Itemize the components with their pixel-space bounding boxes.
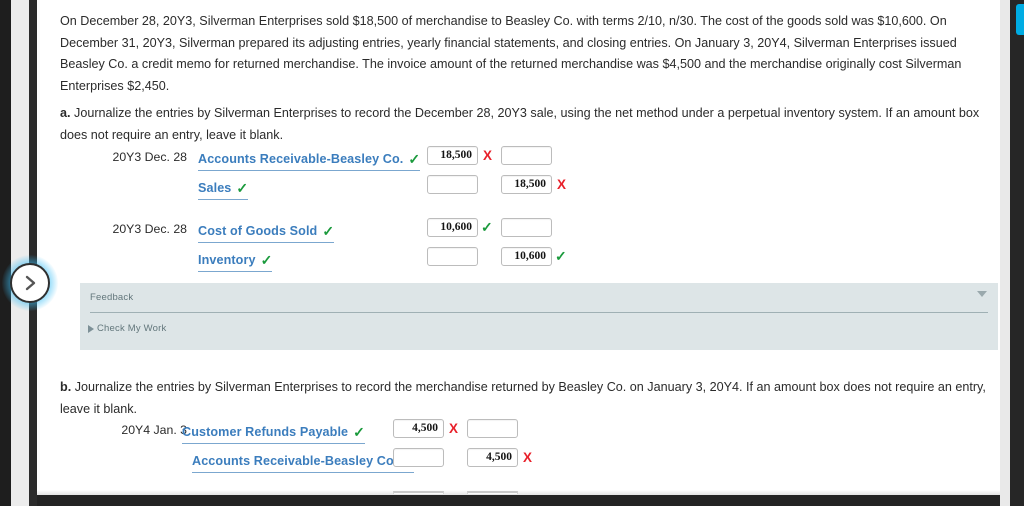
account-name-link[interactable]: Sales bbox=[198, 181, 231, 195]
account-field[interactable]: Inventory ✓ bbox=[198, 249, 273, 272]
debit-correct-icon: ✓ bbox=[481, 219, 493, 235]
journal-row: Inventory ✓ 10,600 ✓ bbox=[37, 247, 1000, 276]
account-field[interactable]: Accounts Receivable-Beasley Co. ✓ bbox=[198, 148, 421, 171]
account-name-link[interactable]: Cost of Goods Sold bbox=[198, 224, 317, 238]
problem-statement: On December 28, 20Y3, Silverman Enterpri… bbox=[60, 14, 962, 93]
chevron-down-icon[interactable] bbox=[977, 291, 987, 297]
window-left-gutter bbox=[11, 0, 29, 506]
credit-amount-input[interactable] bbox=[501, 146, 552, 165]
credit-amount-input[interactable]: 4,500 bbox=[467, 448, 518, 467]
entry-date: 20Y4 Jan. 3 bbox=[121, 423, 187, 437]
credit-amount-input[interactable] bbox=[467, 491, 518, 494]
question-b-text: Journalize the entries by Silverman Ente… bbox=[60, 380, 986, 416]
account-correct-icon: ✓ bbox=[236, 180, 249, 196]
credit-amount-input[interactable]: 10,600 bbox=[501, 247, 552, 266]
journal-row: Sales ✓ 18,500 X bbox=[37, 175, 1000, 204]
assignment-content: On December 28, 20Y3, Silverman Enterpri… bbox=[37, 0, 1000, 494]
window-left-divider bbox=[29, 0, 37, 506]
question-a-label: a. bbox=[60, 106, 71, 120]
entry-date: 20Y3 Dec. 28 bbox=[112, 222, 187, 236]
question-a: a. Journalize the entries by Silverman E… bbox=[60, 103, 1000, 146]
credit-amount-input[interactable] bbox=[501, 218, 552, 237]
debit-amount-input[interactable] bbox=[427, 247, 478, 266]
feedback-divider bbox=[90, 312, 988, 313]
account-name-link[interactable]: Inventory bbox=[198, 253, 256, 267]
credit-incorrect-icon: X bbox=[523, 450, 533, 465]
account-field[interactable]: Customer Refunds Payable ✓ bbox=[182, 421, 365, 444]
debit-incorrect-icon: X bbox=[449, 421, 459, 436]
chevron-right-icon bbox=[25, 275, 36, 291]
triangle-right-icon bbox=[88, 324, 94, 333]
debit-incorrect-icon: X bbox=[483, 148, 493, 163]
account-field[interactable]: Sales ✓ bbox=[198, 177, 249, 200]
journal-row: 20Y3 Dec. 28 Cost of Goods Sold ✓ 10,600… bbox=[37, 218, 1000, 247]
blue-tab-handle[interactable] bbox=[1016, 4, 1024, 35]
account-name-link[interactable]: Customer Refunds Payable bbox=[182, 425, 348, 439]
journal-row: 20Y3 Dec. 28 Accounts Receivable-Beasley… bbox=[37, 146, 1000, 175]
journal-entry-table-a1: 20Y3 Dec. 28 Accounts Receivable-Beasley… bbox=[37, 146, 1000, 204]
feedback-panel: Feedback Check My Work bbox=[80, 283, 998, 350]
credit-correct-icon: ✓ bbox=[555, 248, 567, 264]
credit-amount-input[interactable]: 18,500 bbox=[501, 175, 552, 194]
debit-amount-input[interactable] bbox=[427, 175, 478, 194]
credit-amount-input[interactable] bbox=[467, 419, 518, 438]
debit-amount-input[interactable] bbox=[393, 491, 444, 494]
debit-amount-input[interactable]: 4,500 bbox=[393, 419, 444, 438]
entry-date: 20Y3 Dec. 28 bbox=[112, 150, 187, 164]
account-correct-icon: ✓ bbox=[408, 151, 421, 167]
account-name-link[interactable]: Accounts Receivable-Beasley Co. bbox=[198, 152, 403, 166]
next-panel-button[interactable] bbox=[10, 263, 50, 303]
account-field[interactable]: Cost of Goods Sold ✓ bbox=[198, 220, 335, 243]
account-correct-icon: ✓ bbox=[322, 223, 335, 239]
account-correct-icon: ✓ bbox=[260, 252, 273, 268]
journal-entry-table-b1: 20Y4 Jan. 3 Customer Refunds Payable ✓ 4… bbox=[37, 419, 1000, 477]
account-correct-icon: ✓ bbox=[353, 424, 365, 440]
account-field[interactable]: Accounts Receivable-Beasley Co. ✓ bbox=[192, 450, 415, 473]
check-my-work-label: Check My Work bbox=[97, 323, 167, 334]
question-a-text: Journalize the entries by Silverman Ente… bbox=[60, 106, 980, 142]
window-left-edge bbox=[0, 0, 11, 506]
question-b: b. Journalize the entries by Silverman E… bbox=[60, 377, 1000, 420]
debit-amount-input[interactable]: 10,600 bbox=[427, 218, 478, 237]
window-right-gutter bbox=[1000, 0, 1010, 506]
feedback-title: Feedback bbox=[90, 292, 134, 303]
browser-frame: On December 28, 20Y3, Silverman Enterpri… bbox=[0, 0, 1024, 506]
credit-incorrect-icon: X bbox=[557, 177, 567, 192]
check-my-work-toggle[interactable]: Check My Work bbox=[88, 323, 166, 334]
account-name-link[interactable]: Accounts Receivable-Beasley Co. bbox=[192, 454, 397, 468]
journal-row: 20Y4 Jan. 3 Customer Refunds Payable ✓ 4… bbox=[37, 419, 1000, 448]
journal-entry-table-a2: 20Y3 Dec. 28 Cost of Goods Sold ✓ 10,600… bbox=[37, 218, 1000, 276]
debit-amount-input[interactable]: 18,500 bbox=[427, 146, 478, 165]
question-b-label: b. bbox=[60, 380, 72, 394]
debit-amount-input[interactable] bbox=[393, 448, 444, 467]
window-right-edge bbox=[1010, 0, 1024, 506]
journal-row: Accounts Receivable-Beasley Co. ✓ 4,500 … bbox=[37, 448, 1000, 477]
